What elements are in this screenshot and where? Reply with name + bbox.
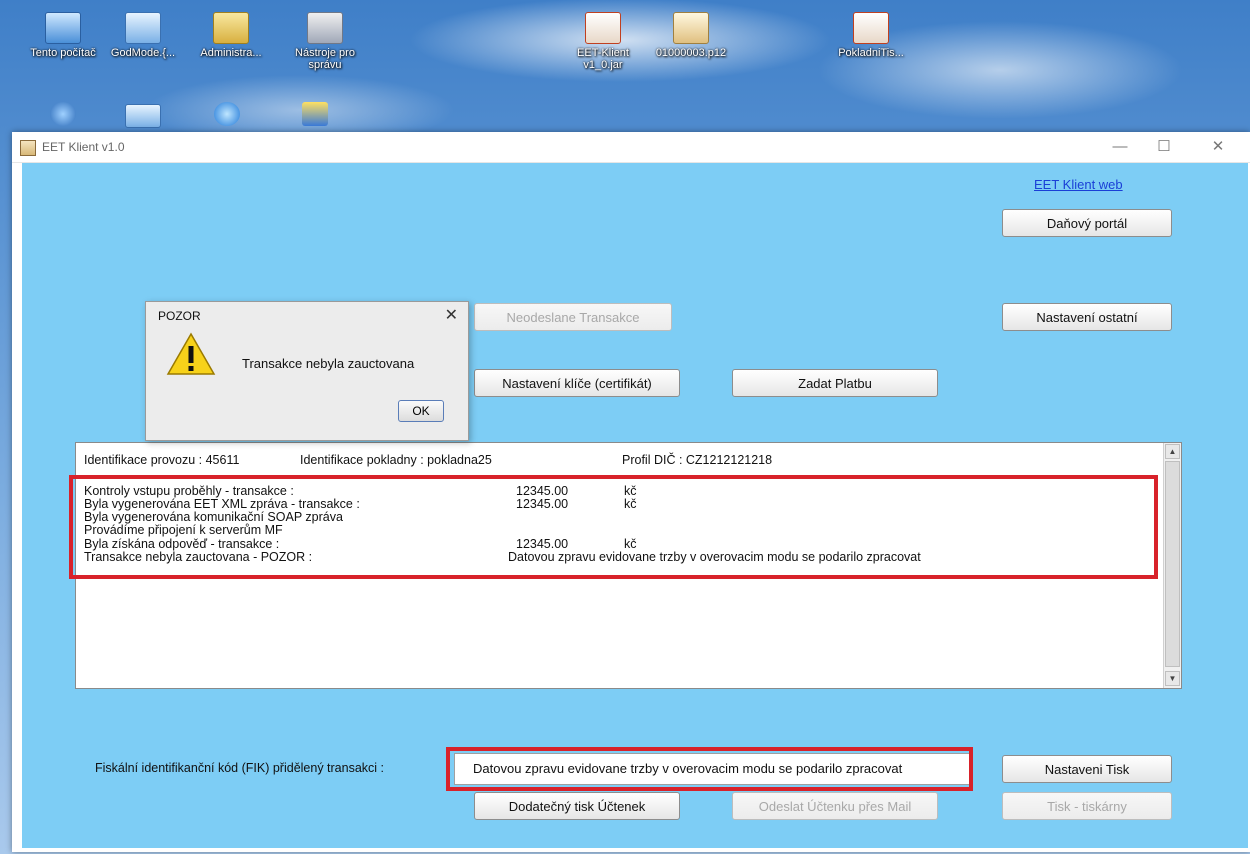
desktop-icon-label: Tento počítač (30, 47, 96, 59)
desktop-icon-network[interactable] (20, 102, 106, 129)
log-pokladna: Identifikace pokladny : pokladna25 (300, 453, 492, 467)
desktop-icon-pokladni-tisk[interactable]: PokladniTis... (828, 12, 914, 59)
desktop-icon-administrator[interactable]: Administra... (188, 12, 274, 59)
desktop-icon-label: PokladniTis... (838, 47, 904, 59)
desktop-icon-nastroje[interactable]: Nástroje pro správu (282, 12, 368, 71)
log-dic: Profil DIČ : CZ1212121218 (622, 453, 773, 467)
window-titlebar[interactable]: EET Klient v1.0 — ☐ ✕ (12, 132, 1250, 163)
desktop-icon-godmode[interactable]: GodMode.{... (100, 12, 186, 59)
desktop-icon-control[interactable] (100, 104, 186, 131)
computer-icon (45, 12, 81, 44)
desktop-icon-internet-explorer[interactable] (184, 102, 270, 129)
desktop-icon-label: Nástroje pro správu (295, 47, 355, 71)
tools-icon (307, 12, 343, 44)
desktop-icon-label: GodMode.{... (110, 47, 176, 59)
fik-label: Fiskální identifikanční kód (FIK) přiděl… (95, 761, 385, 775)
certificate-icon (673, 12, 709, 44)
scroll-thumb[interactable] (1165, 461, 1180, 667)
control-panel-icon (125, 104, 161, 128)
neodeslane-transakce-button[interactable]: Neodeslane Transakce (474, 303, 672, 331)
eet-klient-web-link[interactable]: EET Klient web (1034, 177, 1123, 192)
java-icon (853, 12, 889, 44)
warning-icon (166, 332, 216, 375)
dialog-message: Transakce nebyla zauctovana (242, 356, 415, 371)
internet-explorer-icon (214, 102, 240, 126)
java-app-icon (20, 140, 36, 156)
odeslat-mail-button[interactable]: Odeslat Účtenku přes Mail (732, 792, 938, 820)
minimize-button[interactable]: — (1100, 136, 1140, 158)
desktop-icon-shortcut[interactable] (272, 102, 358, 129)
ok-button[interactable]: OK (398, 400, 444, 422)
dialog-title: POZOR (158, 309, 201, 323)
nastaveni-tisk-button[interactable]: Nastaveni Tisk (1002, 755, 1172, 783)
log-highlight-box (69, 475, 1158, 579)
log-provoz: Identifikace provozu : 45611 (84, 453, 240, 467)
desktop-icon-p12[interactable]: 01000003.p12 (648, 12, 734, 59)
desktop-icon-label: Administra... (200, 47, 262, 59)
nastaveni-ostatni-button[interactable]: Nastavení ostatní (1002, 303, 1172, 331)
eet-klient-window: EET Klient v1.0 — ☐ ✕ EET Klient web Daň… (12, 132, 1250, 852)
desktop-icon-label: 01000003.p12 (655, 47, 727, 59)
nastaveni-klice-button[interactable]: Nastavení klíče (certifikát) (474, 369, 680, 397)
user-folder-icon (213, 12, 249, 44)
scroll-up-arrow-icon[interactable]: ▲ (1165, 444, 1180, 459)
zadat-platbu-button[interactable]: Zadat Platbu (732, 369, 938, 397)
log-scrollbar[interactable]: ▲ ▼ (1163, 443, 1181, 688)
close-button[interactable]: ✕ (1198, 136, 1238, 158)
control-panel-icon (125, 12, 161, 44)
window-title: EET Klient v1.0 (42, 140, 125, 154)
client-area: EET Klient web Daňový portál Nastavení o… (22, 163, 1248, 848)
dodatecny-tisk-button[interactable]: Dodatečný tisk Účtenek (474, 792, 680, 820)
pozor-dialog: POZOR ✕ Transakce nebyla zauctovana OK (145, 301, 469, 441)
desktop-icon-label: EET-Klient v1_0.jar (577, 47, 629, 71)
shield-icon (302, 102, 328, 126)
network-icon (50, 102, 76, 126)
java-icon (585, 12, 621, 44)
dialog-close-icon[interactable]: ✕ (445, 305, 458, 325)
desktop-icon-tento-pocitac[interactable]: Tento počítač (20, 12, 106, 59)
maximize-button[interactable]: ☐ (1144, 136, 1184, 158)
danovy-portal-button[interactable]: Daňový portál (1002, 209, 1172, 237)
desktop-icon-eet-klient-jar[interactable]: EET-Klient v1_0.jar (560, 12, 646, 71)
tisk-tiskarny-button[interactable]: Tisk - tiskárny (1002, 792, 1172, 820)
scroll-down-arrow-icon[interactable]: ▼ (1165, 671, 1180, 686)
fik-highlight-box (446, 747, 973, 791)
